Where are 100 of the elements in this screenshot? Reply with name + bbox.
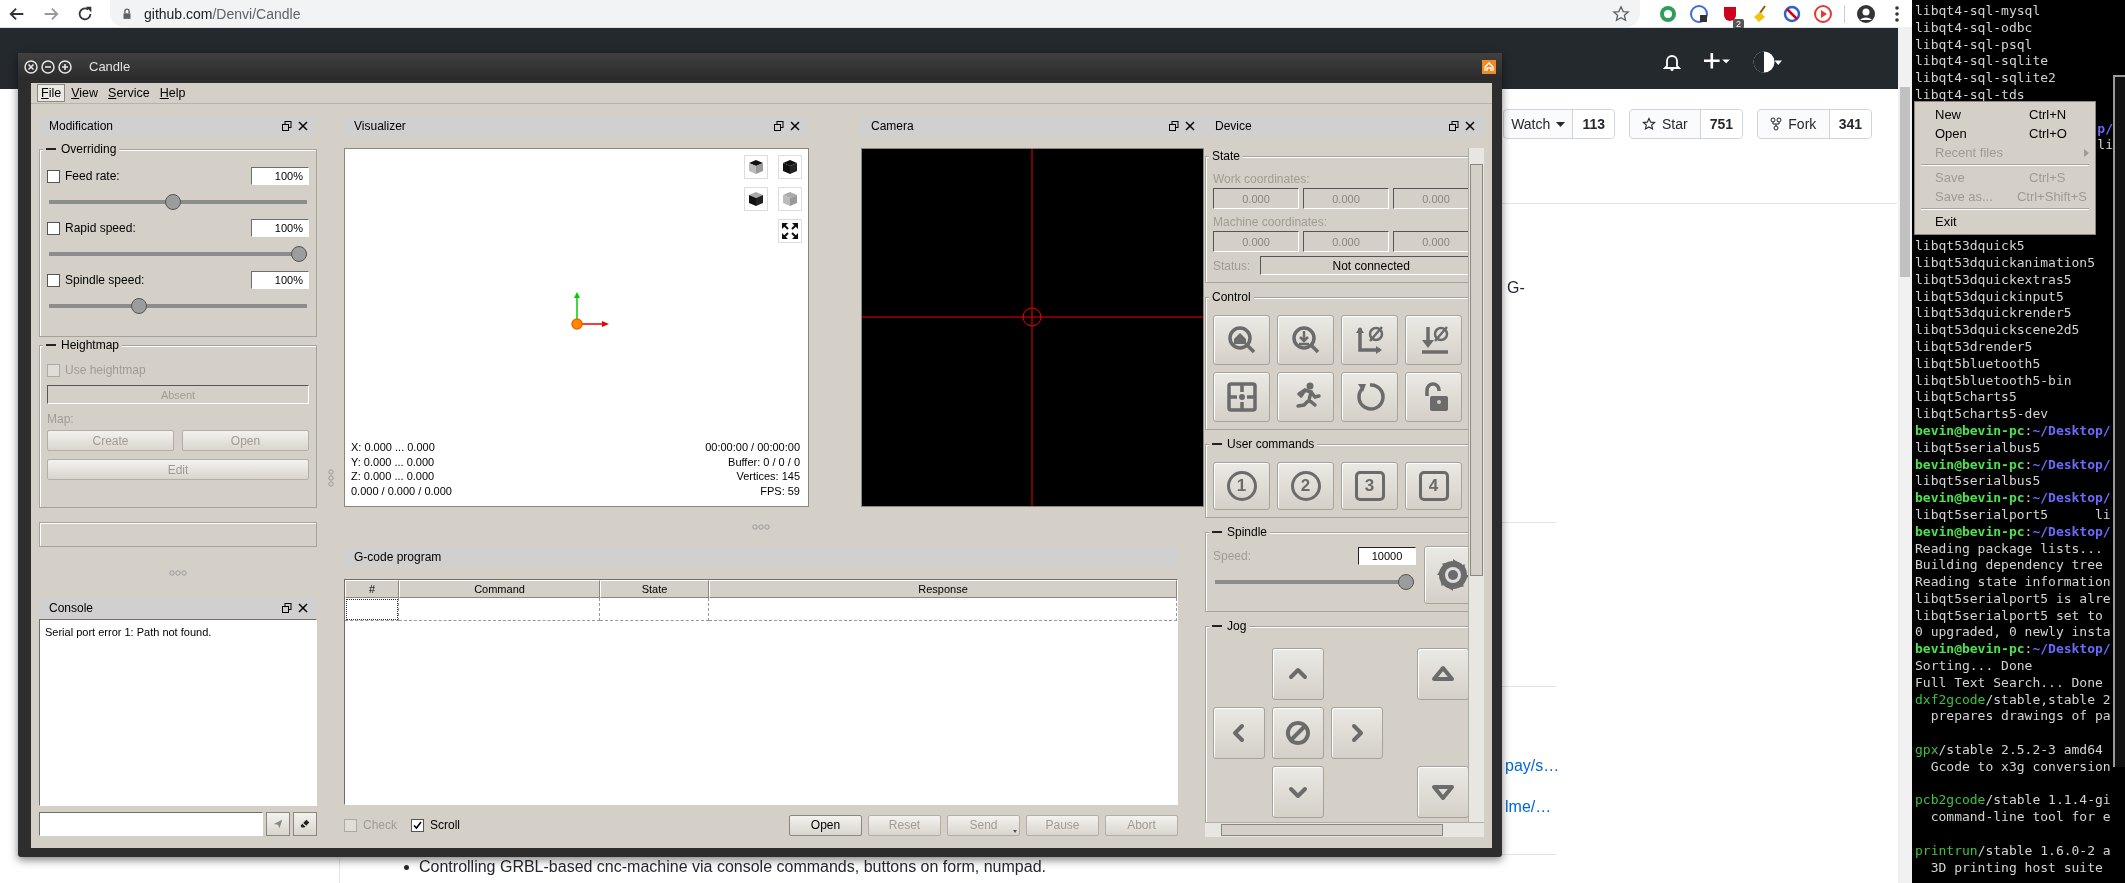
- submenu-arrow-icon: [2084, 149, 2089, 157]
- profile-button[interactable]: [1856, 3, 1876, 24]
- splitter-handle[interactable]: [752, 524, 770, 530]
- jog-button[interactable]: [1272, 707, 1324, 759]
- readme-link[interactable]: lme/…: [1505, 798, 1552, 816]
- spindle-button[interactable]: [1424, 546, 1468, 604]
- control-button[interactable]: [1213, 372, 1270, 422]
- repo-action-label: Fork: [1788, 116, 1817, 132]
- column-header[interactable]: #: [345, 580, 399, 598]
- float-icon[interactable]: [771, 118, 787, 134]
- slider-thumb[interactable]: [165, 194, 182, 210]
- vertical-scrollbar[interactable]: [1468, 148, 1484, 822]
- column-header[interactable]: Command: [399, 580, 600, 598]
- address-bar[interactable]: github.com/Denvi/Candle: [110, 0, 1640, 27]
- repo-action-button[interactable]: Fork 341: [1757, 109, 1872, 139]
- menu-bar-item[interactable]: Service: [104, 84, 154, 102]
- column-header[interactable]: State: [600, 580, 709, 598]
- menu-bar-item[interactable]: View: [67, 84, 103, 102]
- jog-button[interactable]: [1213, 707, 1265, 759]
- collapse-icon[interactable]: [46, 147, 56, 150]
- user-command-button[interactable]: 3: [1341, 462, 1398, 510]
- jog-button[interactable]: [1417, 766, 1468, 818]
- terminal-line: libqt53dquick5: [1915, 238, 2026, 255]
- jog-button[interactable]: [1272, 648, 1324, 700]
- control-button[interactable]: [1277, 372, 1334, 422]
- splitter-handle[interactable]: [327, 469, 334, 487]
- collapse-icon[interactable]: [1212, 530, 1222, 533]
- percent-field[interactable]: 100%: [251, 167, 309, 185]
- expand-icon: [781, 222, 799, 240]
- 3d-view[interactable]: X: 0.000 ... 0.000 Y: 0.000 ... 0.000 Z: 0.000 ... 0.000 0.000 / 0.000 / 0.000 00:00:00 / 00:00:00 Buffer: 0 / 0 / 0 Vertices: 145 FPS: 59: [344, 148, 809, 507]
- control-button[interactable]: [1341, 315, 1398, 365]
- saw-blade-icon: [1435, 557, 1468, 593]
- repo-action-button[interactable]: Watch 113: [1503, 109, 1615, 139]
- percent-field[interactable]: 100%: [251, 219, 309, 237]
- collapse-icon[interactable]: [1212, 624, 1222, 627]
- percent-field[interactable]: 100%: [251, 271, 309, 289]
- float-icon[interactable]: [1166, 118, 1182, 134]
- checkbox[interactable]: [47, 221, 60, 235]
- slider-thumb[interactable]: [291, 246, 307, 262]
- view-button[interactable]: [778, 155, 802, 179]
- group-title: Control: [1212, 289, 1251, 304]
- control-button[interactable]: [1405, 315, 1462, 365]
- user-command-button[interactable]: 1: [1213, 462, 1270, 510]
- splitter-handle[interactable]: [169, 569, 187, 576]
- page-scrollbar[interactable]: [1898, 27, 1912, 883]
- table-cell[interactable]: [709, 598, 1177, 621]
- speed-field[interactable]: 10000: [1358, 547, 1416, 565]
- terminal-line: p/: [2097, 120, 2113, 138]
- clear-button[interactable]: [293, 812, 317, 836]
- table-cell[interactable]: [399, 598, 600, 621]
- repo-action-count: 113: [1573, 110, 1614, 138]
- group-title: Jog: [1227, 618, 1247, 633]
- checkbox[interactable]: [411, 818, 424, 832]
- user-command-button[interactable]: 2: [1277, 462, 1334, 510]
- reload-icon: [76, 4, 94, 23]
- user-command-button[interactable]: 4: [1405, 462, 1462, 510]
- slider-thumb[interactable]: [1398, 574, 1414, 590]
- play-icon: [1813, 3, 1833, 24]
- collapse-icon[interactable]: [46, 343, 56, 346]
- minimize-icon[interactable]: [41, 59, 55, 74]
- terminal-line: prepares drawings of pa: [1929, 708, 2112, 726]
- float-icon[interactable]: [279, 600, 295, 616]
- jog-button[interactable]: [1417, 648, 1468, 700]
- gcode-table[interactable]: # Command State Response: [344, 579, 1178, 805]
- table-cell[interactable]: [345, 598, 399, 621]
- jog-button[interactable]: [1331, 707, 1383, 759]
- view-button[interactable]: [778, 219, 802, 243]
- slider-thumb[interactable]: [131, 298, 148, 314]
- control-button[interactable]: [1213, 315, 1270, 365]
- control-button[interactable]: [1277, 315, 1334, 365]
- maximize-icon[interactable]: [58, 59, 72, 74]
- terminal-line: libqt4-sql-sqlite: [1915, 53, 2050, 71]
- menu-bar-item[interactable]: Help: [155, 84, 190, 102]
- star-icon: [1612, 4, 1630, 23]
- program-button[interactable]: Open: [789, 814, 862, 836]
- extension-button[interactable]: [1782, 3, 1802, 24]
- horizontal-scrollbar[interactable]: [1205, 822, 1484, 837]
- view-info-text: Z: 0.000 ... 0.000: [351, 469, 436, 484]
- close-icon[interactable]: [24, 59, 38, 74]
- float-icon[interactable]: [279, 118, 295, 134]
- readme-link[interactable]: pay/s…: [1505, 757, 1560, 775]
- menu-item[interactable]: New Ctrl+N: [1915, 105, 2095, 124]
- checkbox[interactable]: [47, 169, 60, 183]
- view-button[interactable]: [744, 187, 768, 211]
- terminal-prompt: bevin@bevin-pc:~/Desktop/: [1915, 422, 2112, 440]
- checkbox[interactable]: [47, 273, 60, 287]
- command-input[interactable]: [39, 812, 263, 836]
- float-icon[interactable]: [1446, 118, 1462, 134]
- table-cell[interactable]: [600, 598, 709, 621]
- collapse-icon[interactable]: [1212, 442, 1222, 445]
- repo-action-button[interactable]: Star 751: [1629, 109, 1743, 139]
- control-button[interactable]: [1341, 372, 1398, 422]
- terminal-line: gpx/stable 2.5.2-3 amd64: [1915, 742, 2104, 759]
- menu-item[interactable]: Exit: [1915, 212, 2095, 231]
- column-header[interactable]: Response: [709, 580, 1177, 598]
- menu-item[interactable]: Open Ctrl+O: [1915, 124, 2095, 143]
- view-button[interactable]: [744, 155, 768, 179]
- menu-bar-item[interactable]: File: [37, 84, 66, 102]
- control-button[interactable]: [1405, 372, 1462, 422]
- jog-button[interactable]: [1272, 766, 1324, 818]
